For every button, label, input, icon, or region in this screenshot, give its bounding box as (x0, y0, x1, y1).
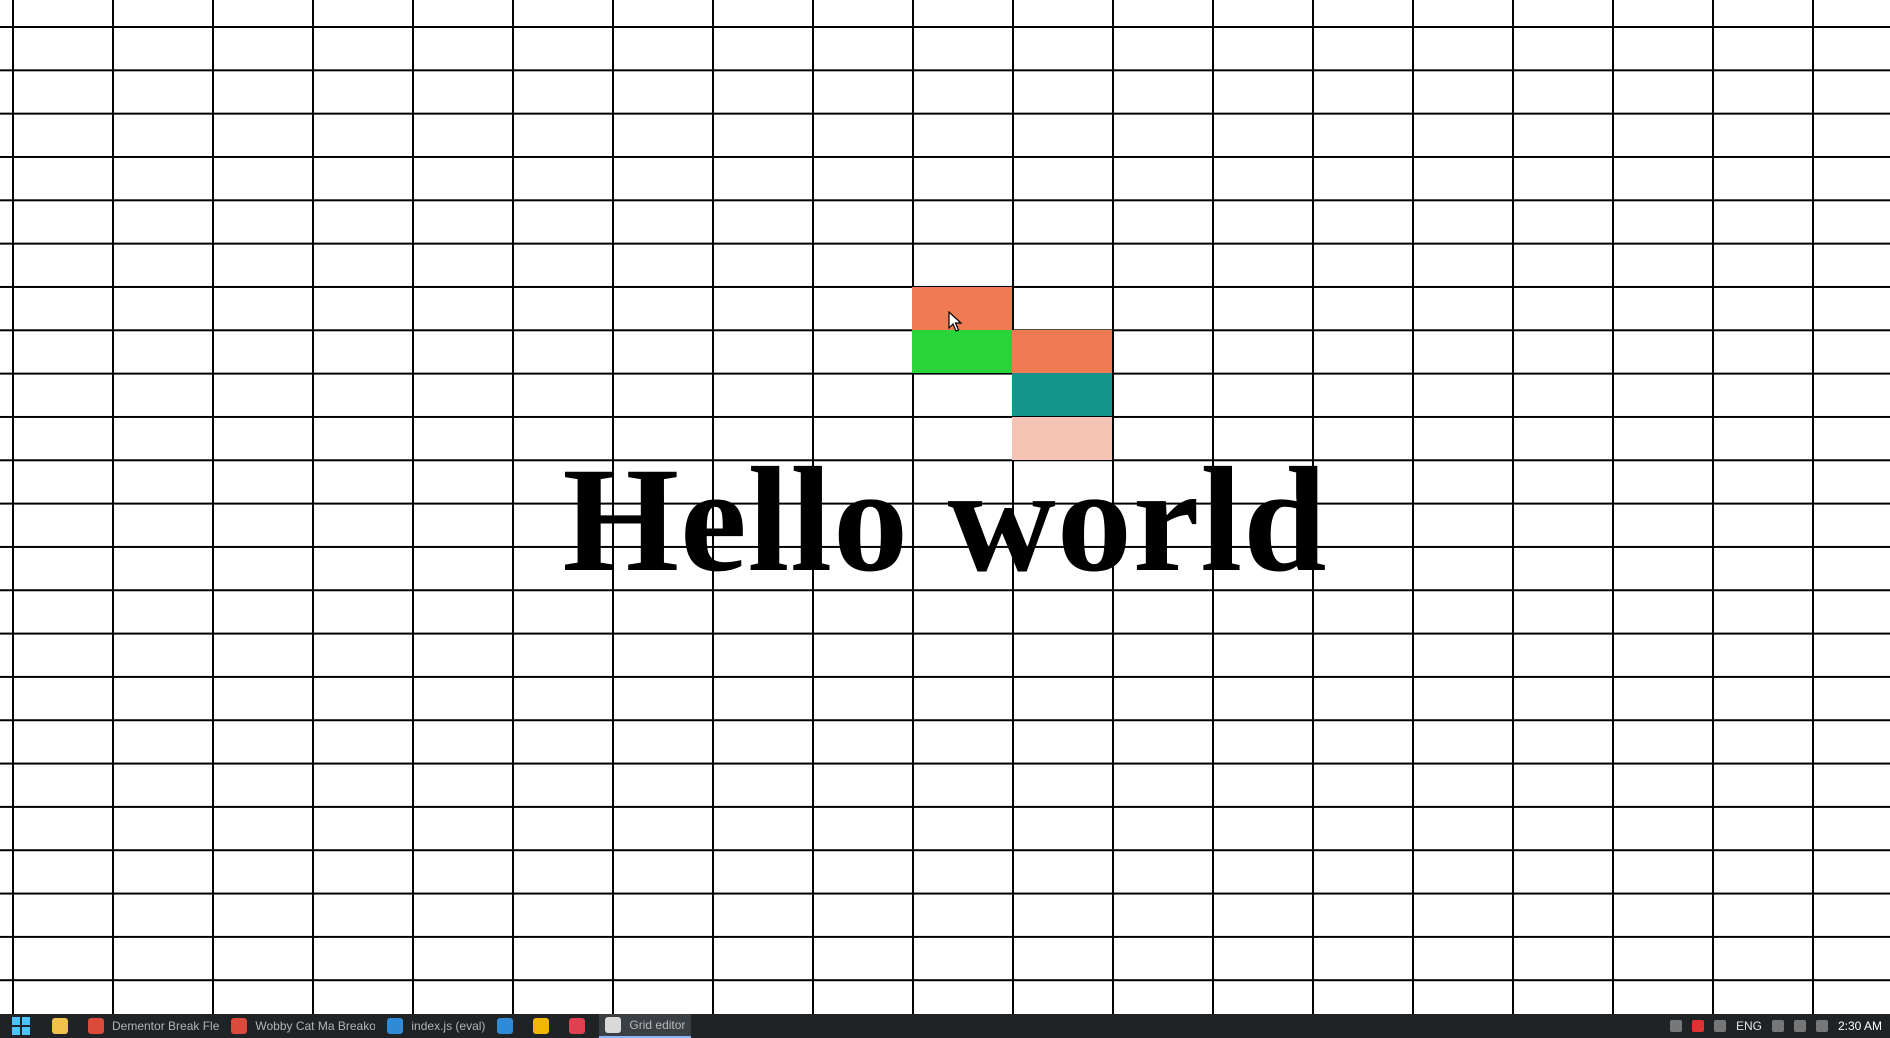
filled-cell[interactable] (1012, 416, 1112, 460)
taskbar-item-label: Dementor Break Fle (112, 1019, 220, 1033)
taskbar-item[interactable]: Dementor Break Fle (82, 1014, 225, 1038)
volume-icon[interactable] (1793, 1020, 1806, 1032)
taskbar-item-label: index.js (eval) (411, 1019, 486, 1033)
grid-canvas[interactable]: Hello world (0, 0, 1890, 1014)
vscode-icon (497, 1018, 514, 1034)
file-explorer-button[interactable] (46, 1014, 82, 1038)
taskbar-item[interactable] (563, 1014, 599, 1038)
vscode-icon (387, 1018, 404, 1034)
taskbar: Dementor Break Fle Wobby Cat Ma Breakout… (0, 1014, 1890, 1038)
mouse-cursor-icon (948, 311, 963, 332)
clock[interactable]: 2:30 AM (1838, 1019, 1882, 1033)
wifi-icon[interactable] (1771, 1020, 1784, 1032)
taskbar-item-label: Wobby Cat Ma Breakout (255, 1019, 376, 1033)
language-indicator[interactable]: ENG (1736, 1019, 1762, 1033)
hello-world-text: Hello world (562, 437, 1328, 603)
microphone-icon[interactable] (1713, 1020, 1726, 1032)
antivirus-icon[interactable] (1691, 1020, 1704, 1032)
battery-icon[interactable] (1815, 1020, 1828, 1032)
taskbar-item[interactable] (527, 1014, 563, 1038)
chrome-icon (231, 1018, 248, 1034)
taskbar-item[interactable] (491, 1014, 527, 1038)
taskbar-item-label: Grid editor (629, 1018, 686, 1032)
filled-cell[interactable] (1012, 373, 1112, 417)
chrome-icon (88, 1018, 104, 1034)
pin-icon (569, 1018, 586, 1034)
taskbar-item[interactable]: Wobby Cat Ma Breakout (225, 1014, 381, 1038)
start-button[interactable] (0, 1014, 46, 1038)
folder-icon (52, 1018, 68, 1034)
chevron-up-icon[interactable] (1669, 1020, 1682, 1032)
filled-cell[interactable] (912, 330, 1012, 374)
chrome-icon (533, 1018, 550, 1034)
taskbar-item[interactable]: index.js (eval) (381, 1014, 491, 1038)
windows-logo-icon (12, 1017, 30, 1035)
taskbar-item-active[interactable]: Grid editor (599, 1014, 692, 1038)
system-tray: ENG 2:30 AM (1669, 1019, 1890, 1033)
app-icon (605, 1017, 622, 1033)
filled-cell[interactable] (1012, 330, 1112, 374)
